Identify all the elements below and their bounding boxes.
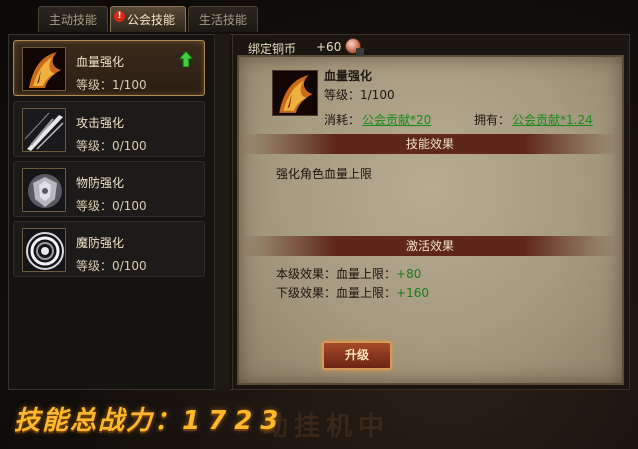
owned-value-wrapper: 公会贡献*1.24: [512, 111, 606, 128]
tab-bar: 主动技能 ! 公会技能 生活技能: [38, 6, 259, 32]
skill-name: 魔防强化: [76, 236, 125, 250]
total-skill-power: 技能总战力：1723: [14, 400, 286, 437]
skill-level: 等级：0/100: [76, 139, 147, 153]
this-level-effect-value: +80: [396, 267, 422, 281]
cost-value[interactable]: 公会贡献*20: [362, 113, 431, 127]
selected-skill-icon: [272, 70, 318, 116]
tab-active-skills[interactable]: 主动技能: [38, 6, 109, 32]
skill-effect-text: 强化角色血量上限: [276, 167, 373, 181]
next-level-effect-label: 下级效果：血量上限：: [276, 286, 397, 300]
skill-level: 等级：1/100: [76, 78, 147, 92]
upgrade-available-icon: [179, 51, 193, 67]
skill-effect-header: 技能效果: [242, 134, 618, 154]
upgrade-button[interactable]: 升级: [322, 341, 392, 370]
tab-life-skills[interactable]: 生活技能: [188, 6, 259, 32]
blood-claw-icon: [22, 47, 66, 91]
power-label: 技能总战力：: [14, 406, 183, 436]
skill-item-hp-boost[interactable]: 血量强化 等级：1/100: [13, 40, 205, 96]
owned-value[interactable]: 公会贡献*1.24: [512, 113, 593, 127]
sword-slash-icon: [22, 108, 66, 152]
bound-copper-row: 绑定铜币 +60: [248, 40, 341, 57]
detail-skill-name: 血量强化: [324, 69, 373, 83]
next-level-effect-value: +160: [396, 286, 429, 300]
bound-copper-label: 绑定铜币: [248, 42, 297, 56]
next-level-effect: 下级效果：血量上限：+160: [276, 284, 429, 301]
armor-shield-icon: [22, 168, 66, 212]
skill-name: 血量强化: [76, 55, 125, 69]
cost-label: 消耗：: [324, 113, 361, 127]
skill-name: 物防强化: [76, 176, 125, 190]
skill-level: 等级：0/100: [76, 259, 147, 273]
tab-guild-skills[interactable]: ! 公会技能: [110, 6, 187, 32]
skill-name: 攻击强化: [76, 116, 125, 130]
bound-copper-value: +60: [316, 40, 342, 54]
skill-level: 等级：0/100: [76, 199, 147, 213]
owned-label: 拥有：: [474, 113, 511, 127]
skill-list-scrollbar[interactable]: [214, 34, 230, 390]
skill-item-magic-def-boost[interactable]: 魔防强化 等级：0/100: [13, 221, 205, 277]
skill-item-attack-boost[interactable]: 攻击强化 等级：0/100: [13, 101, 205, 157]
cost-value-wrapper: 公会贡献*20: [362, 111, 442, 128]
detail-skill-level: 等级：1/100: [324, 88, 395, 102]
alert-badge: !: [114, 11, 126, 22]
tab-guild-skills-label: 公会技能: [127, 13, 176, 27]
skill-item-phys-def-boost[interactable]: 物防强化 等级：0/100: [13, 161, 205, 217]
magic-ward-icon: [22, 228, 66, 272]
lock-icon: [356, 48, 364, 56]
activate-effect-header: 激活效果: [242, 236, 618, 256]
this-level-effect-label: 本级效果：血量上限：: [276, 267, 397, 281]
power-value: 1723: [182, 406, 287, 436]
this-level-effect: 本级效果：血量上限：+80: [276, 265, 421, 282]
